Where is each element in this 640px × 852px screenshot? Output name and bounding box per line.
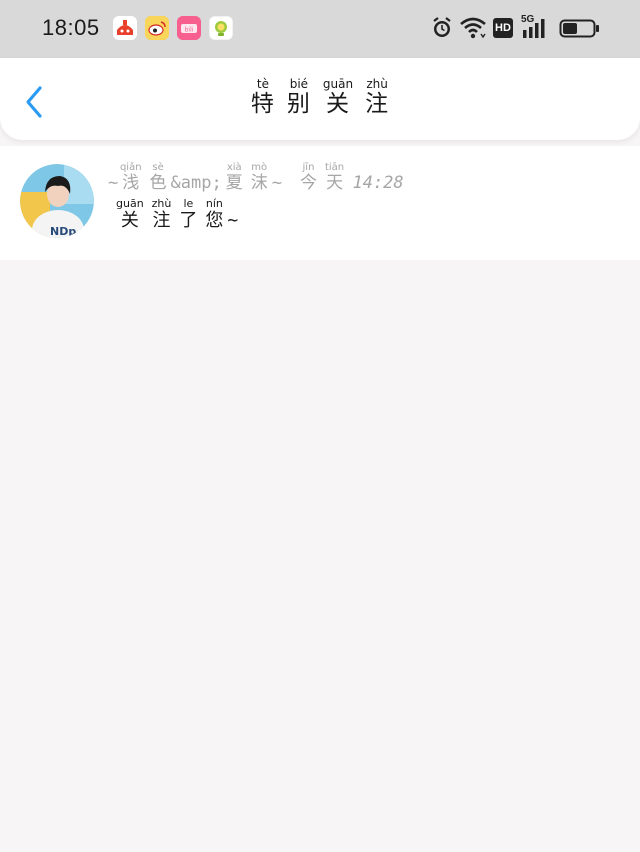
sender-char: 夏xià <box>225 162 243 193</box>
sender-char: 沫mò <box>250 162 268 193</box>
avatar[interactable]: NDp <box>20 164 94 238</box>
signal-5g-icon: 5G <box>521 14 551 42</box>
battery-icon <box>559 19 599 38</box>
status-bar: 18:05 bili HD 5G <box>0 0 640 58</box>
notification-item[interactable]: NDp ~ 浅qiǎn色sè&amp; 夏xià沫mò~ 今jīn天tiān 14:2… <box>0 146 640 260</box>
title-char: 特tè <box>250 77 275 117</box>
message-line: 关guān 注zhù 了le 您nín~ <box>112 197 239 232</box>
sender-prefix: ~ <box>108 173 119 193</box>
nav-bar: 特tè 别bié 关guān 注zhù <box>0 58 640 140</box>
sender-line: ~ 浅qiǎn色sè&amp; 夏xià沫mò~ 今jīn天tiān 14:28 <box>108 162 404 193</box>
weibo-icon <box>145 16 169 40</box>
parenting-app-icon <box>209 16 233 40</box>
photo-app-icon: bili <box>177 16 201 40</box>
alarm-icon <box>433 17 451 37</box>
time-char: 天tiān <box>324 162 345 193</box>
title-char: 注zhù <box>365 77 390 117</box>
music-app-icon <box>113 16 137 40</box>
sender-char: 色sè <box>149 162 167 193</box>
message-char: 您nín <box>205 197 224 231</box>
message-char: 关guān <box>116 197 144 231</box>
wifi-icon <box>460 17 486 39</box>
message-suffix: ~ <box>227 210 239 231</box>
svg-text:NDp: NDp <box>50 225 76 238</box>
svg-text:bili: bili <box>185 27 194 34</box>
title-char: 别bié <box>286 77 311 117</box>
notification-time: 14:28 <box>352 173 404 193</box>
time-char: 今jīn <box>299 162 317 193</box>
empty-content-area <box>0 260 640 852</box>
sender-middle: &amp; <box>170 173 222 193</box>
message-char: 了le <box>179 197 198 231</box>
title-char: 关guān <box>322 77 354 117</box>
status-time: 18:05 <box>42 15 100 40</box>
sender-suffix: ~ <box>271 173 282 193</box>
message-char: 注zhù <box>151 197 172 231</box>
sender-char: 浅qiǎn <box>119 162 142 193</box>
hd-icon: HD <box>493 18 513 38</box>
page-title: 特tè 别bié 关guān 注zhù <box>0 77 640 118</box>
